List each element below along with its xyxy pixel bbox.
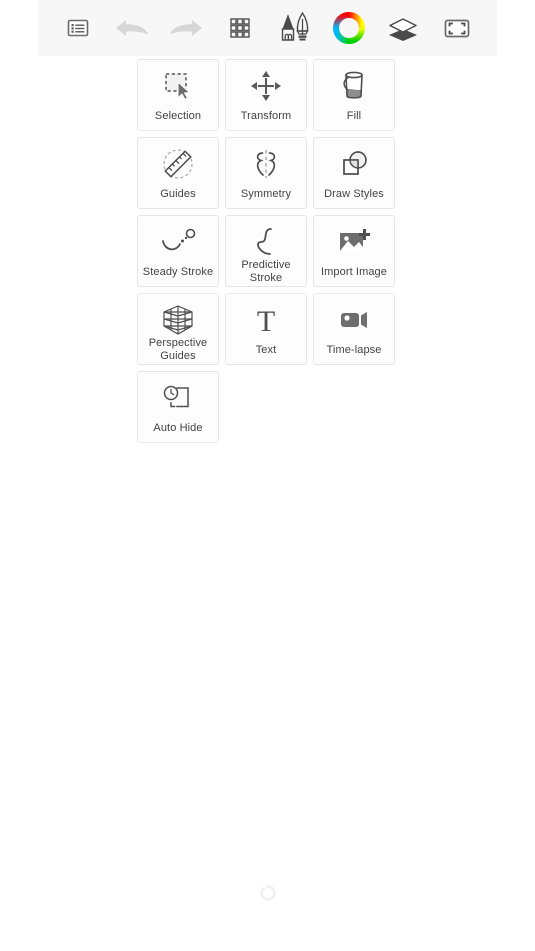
tool-card-label: Guides [160,188,196,200]
menu-button[interactable] [56,6,100,50]
predictive-stroke-icon [251,222,281,262]
tool-card-label: Steady Stroke [142,266,214,278]
steady-stroke-icon [158,222,198,262]
svg-text:T: T [257,305,275,337]
layers-icon [386,13,420,43]
tool-card-predictive-stroke[interactable]: Predictive Stroke [225,215,307,287]
tool-card-transform[interactable]: Transform [225,59,307,131]
fullscreen-icon [441,13,473,43]
tool-grid: Selection Transform Fill Guides Symmetry… [137,59,395,449]
brushes-button[interactable] [273,6,317,50]
grid-icon [225,13,255,43]
brush-pen-icon [275,10,315,46]
tool-card-selection[interactable]: Selection [137,59,219,131]
tool-card-draw-styles[interactable]: Draw Styles [313,137,395,209]
menu-icon [63,13,93,43]
tool-card-text[interactable]: T Text [225,293,307,365]
redo-icon [166,13,206,43]
draw-styles-icon [337,144,371,184]
auto-hide-icon [158,378,198,418]
tool-card-time-lapse[interactable]: Time-lapse [313,293,395,365]
tool-card-label: Perspective Guides [148,337,208,362]
tool-grid-row: Steady Stroke Predictive Stroke Import I… [137,215,395,287]
tool-card-label: Time-lapse [326,344,382,356]
import-image-icon [335,222,373,262]
color-button[interactable] [327,6,371,50]
tool-card-symmetry[interactable]: Symmetry [225,137,307,209]
tool-card-label: Predictive Stroke [241,259,291,284]
tool-card-label: Auto Hide [153,422,203,434]
undo-button[interactable] [110,6,154,50]
ruler-icon [159,144,197,184]
tool-grid-row: Guides Symmetry Draw Styles [137,137,395,209]
time-lapse-icon [335,300,373,340]
tool-grid-row: Auto Hide [137,371,395,443]
redo-button[interactable] [164,6,208,50]
tool-card-label: Transform [240,110,292,122]
tool-card-fill[interactable]: Fill [313,59,395,131]
tool-card-steady-stroke[interactable]: Steady Stroke [137,215,219,287]
undo-icon [112,13,152,43]
loading-spinner [260,885,276,901]
fill-bucket-icon [337,66,371,106]
tool-card-guides[interactable]: Guides [137,137,219,209]
tool-card-perspective-guides[interactable]: Perspective Guides [137,293,219,365]
tool-grid-row: Selection Transform Fill [137,59,395,131]
tool-card-label: Selection [154,110,202,122]
perspective-guides-icon [158,300,198,340]
tool-card-label: Text [255,344,277,356]
color-wheel-icon [332,11,366,45]
tool-card-import-image[interactable]: Import Image [313,215,395,287]
transform-icon [249,66,283,106]
symmetry-icon [248,144,284,184]
layers-button[interactable] [381,6,425,50]
tools-grid-button[interactable] [218,6,262,50]
tool-grid-row: Perspective Guides T Text Time-lapse [137,293,395,365]
fullscreen-button[interactable] [435,6,479,50]
top-toolbar [38,0,497,56]
tool-card-label: Import Image [320,266,387,278]
selection-icon [159,66,197,106]
text-icon: T [250,300,282,340]
tool-card-label: Draw Styles [324,188,384,200]
tool-card-auto-hide[interactable]: Auto Hide [137,371,219,443]
tool-card-label: Fill [346,110,362,122]
tool-card-label: Symmetry [240,188,292,200]
